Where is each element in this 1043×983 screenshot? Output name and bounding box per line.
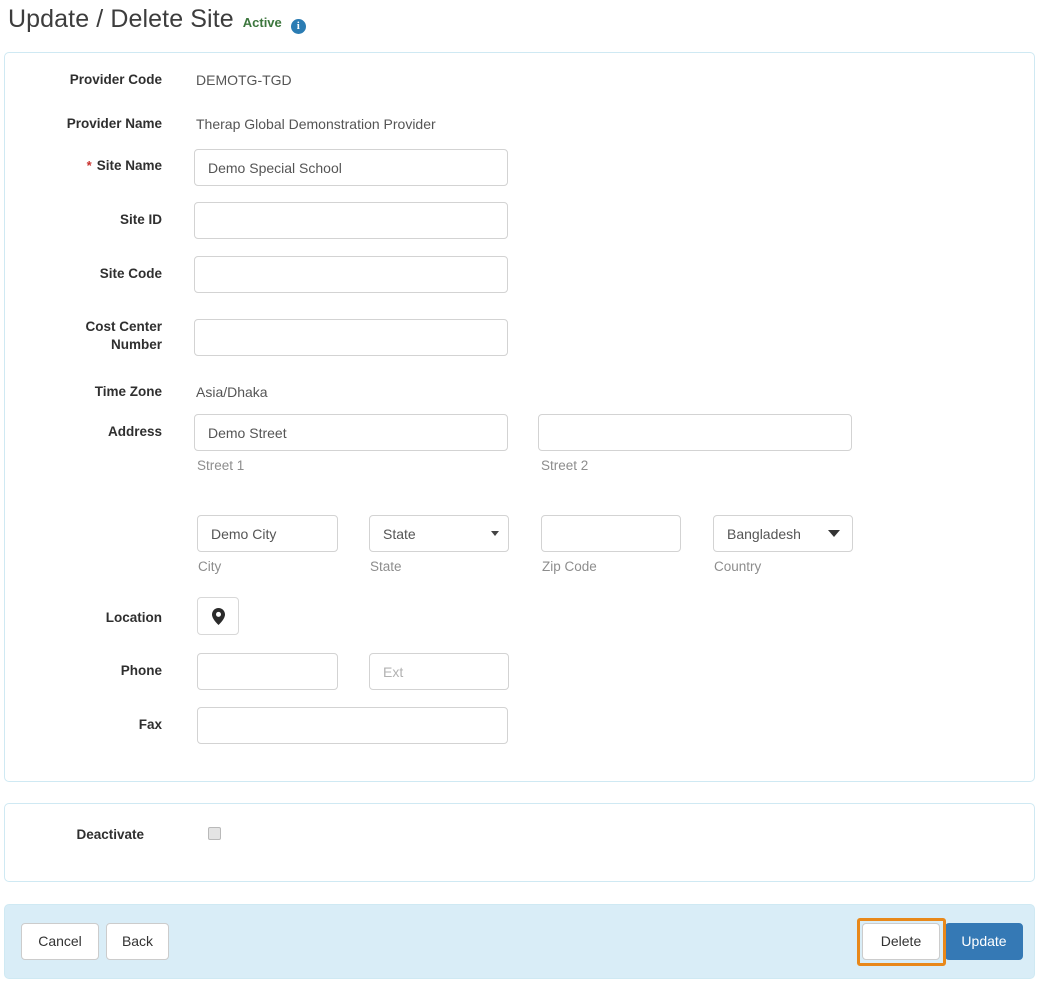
delete-button-highlight [857, 918, 946, 966]
site-name-input[interactable] [194, 149, 508, 186]
state-select-value: State [383, 525, 416, 542]
deactivate-label: Deactivate [76, 827, 144, 842]
state-caption: State [370, 559, 402, 574]
update-delete-site-page: Update / Delete Site Active i Provider C… [0, 0, 1043, 983]
time-zone-label: Time Zone [94, 384, 162, 399]
provider-name-value: Therap Global Demonstration Provider [196, 116, 436, 132]
street1-caption: Street 1 [197, 458, 245, 473]
street1-input[interactable] [194, 414, 508, 451]
map-pin-icon [211, 607, 225, 625]
site-id-input[interactable] [194, 202, 508, 239]
zip-code-input[interactable] [541, 515, 681, 552]
country-select[interactable]: Bangladesh [713, 515, 853, 552]
provider-name-label: Provider Name [66, 116, 162, 131]
country-caption: Country [714, 559, 762, 574]
chevron-down-icon [491, 531, 499, 536]
city-input[interactable] [197, 515, 338, 552]
update-button[interactable]: Update [945, 923, 1023, 960]
location-label: Location [105, 610, 162, 625]
country-select-value: Bangladesh [727, 525, 801, 542]
phone-ext-input[interactable] [369, 653, 509, 690]
state-select[interactable]: State [369, 515, 509, 552]
site-name-label-text: Site Name [96, 158, 162, 173]
site-code-label: Site Code [99, 266, 162, 281]
time-zone-value: Asia/Dhaka [196, 384, 268, 400]
address-label: Address [107, 424, 162, 439]
cancel-button[interactable]: Cancel [21, 923, 99, 960]
status-badge: Active [242, 15, 282, 30]
site-details-panel: Provider Code DEMOTG-TGD Provider Name T… [4, 52, 1035, 782]
cost-center-label: Cost Center Number [5, 318, 162, 354]
deactivate-checkbox[interactable] [208, 827, 221, 840]
phone-input[interactable] [197, 653, 338, 690]
street2-caption: Street 2 [541, 458, 589, 473]
city-caption: City [198, 559, 222, 574]
zip-code-caption: Zip Code [542, 559, 597, 574]
deactivate-panel: Deactivate [4, 803, 1035, 882]
provider-code-value: DEMOTG-TGD [196, 72, 292, 88]
form-action-bar: Cancel Back Delete Update [4, 904, 1035, 979]
cost-center-label-line2: Number [110, 337, 162, 352]
chevron-down-icon [828, 530, 840, 537]
phone-label: Phone [120, 663, 162, 678]
back-button[interactable]: Back [106, 923, 169, 960]
cost-center-input[interactable] [194, 319, 508, 356]
site-code-input[interactable] [194, 256, 508, 293]
fax-label: Fax [138, 717, 162, 732]
street2-input[interactable] [538, 414, 852, 451]
cost-center-label-line1: Cost Center [85, 319, 162, 334]
provider-code-label: Provider Code [69, 72, 162, 87]
required-asterisk: * [86, 158, 92, 173]
info-icon[interactable]: i [290, 19, 306, 34]
page-title: Update / Delete Site [8, 5, 234, 33]
site-id-label: Site ID [119, 212, 162, 227]
page-header: Update / Delete Site Active i [8, 2, 306, 36]
site-name-label: * Site Name [5, 157, 162, 175]
location-picker-button[interactable] [197, 597, 239, 635]
fax-input[interactable] [197, 707, 508, 744]
